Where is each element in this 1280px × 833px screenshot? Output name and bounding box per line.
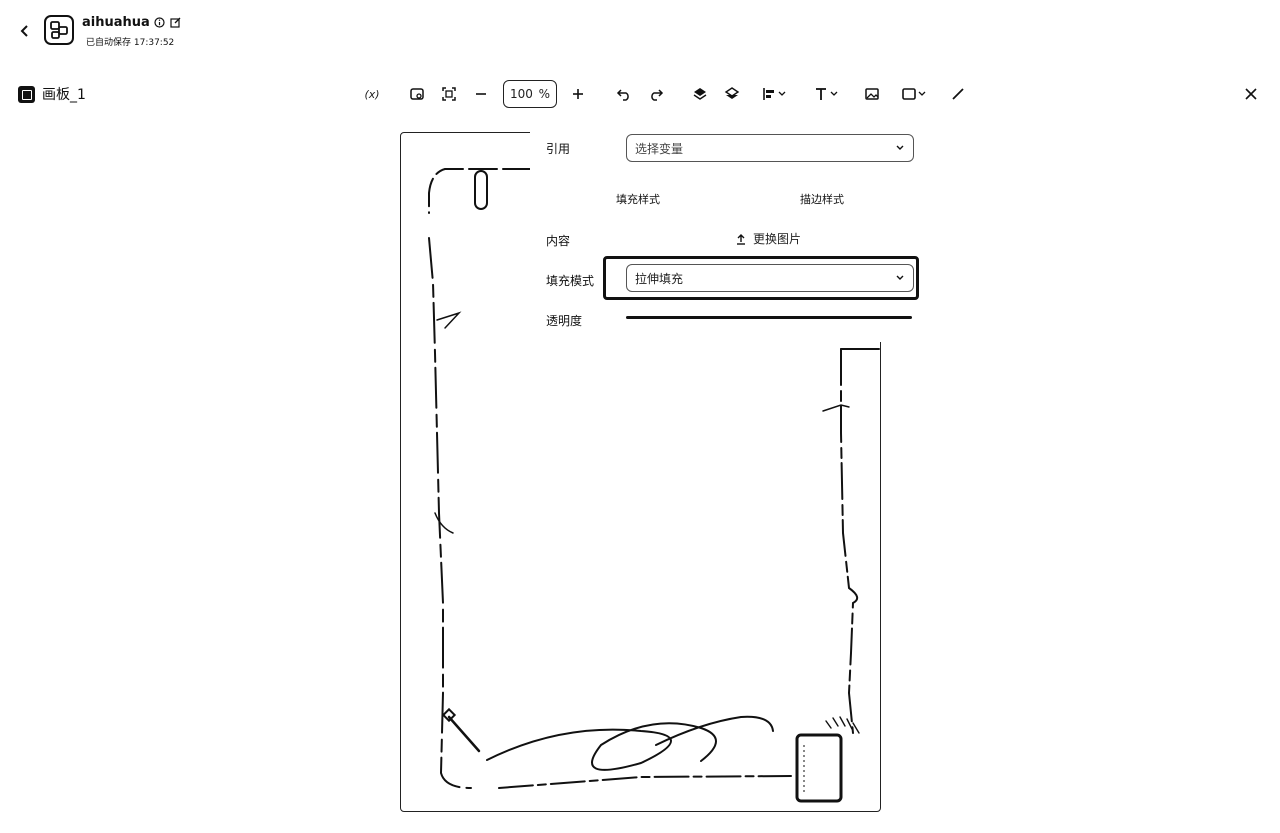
chevron-left-icon [20, 25, 28, 37]
layer-up-icon [693, 88, 707, 100]
zoom-unit: % [538, 87, 550, 101]
redo-button[interactable] [646, 84, 666, 104]
zoom-value: 100 [510, 87, 533, 101]
content-label: 内容 [546, 234, 571, 248]
image-button[interactable] [862, 84, 882, 104]
edit-icon[interactable] [170, 17, 182, 29]
reference-select[interactable]: 选择变量 [626, 134, 914, 162]
align-left-icon [763, 88, 774, 100]
plus-icon [573, 89, 583, 99]
fit-frame-button[interactable] [407, 84, 427, 104]
zoom-input[interactable]: 100 % [503, 80, 557, 108]
replace-image-button[interactable]: 更换图片 [735, 230, 801, 247]
app-name-row: aihuahua [82, 15, 182, 30]
variable-button[interactable]: (x) [362, 84, 382, 104]
app-logo-icon [50, 21, 68, 39]
opacity-label: 透明度 [546, 314, 583, 328]
editor-toolbar: (x) [0, 76, 1280, 112]
fill-mode-value: 拉伸填充 [635, 271, 684, 286]
text-icon [816, 88, 826, 100]
reference-placeholder: 选择变量 [635, 141, 684, 156]
layer-up-button[interactable] [690, 84, 710, 104]
chevron-down-icon [778, 91, 786, 96]
reference-label: 引用 [546, 142, 571, 156]
style-tabs: 填充样式 描边样式 [546, 182, 914, 216]
app-header: aihuahua 已自动保存 17:37:52 [0, 0, 1280, 62]
layer-down-button[interactable] [722, 84, 742, 104]
app-name: aihuahua [82, 15, 150, 30]
redo-icon [651, 89, 664, 101]
minus-icon [476, 93, 486, 95]
replace-image-label: 更换图片 [753, 232, 802, 246]
opacity-slider[interactable] [626, 316, 912, 319]
save-status: 已自动保存 17:37:52 [86, 38, 175, 48]
pen-icon [952, 88, 964, 100]
fit-screen-icon [442, 87, 456, 101]
property-panel: 引用 选择变量 填充样式 描边样式 内容 更换图片 填充模式 拉伸填充 透明度 [530, 132, 920, 342]
zoom-out-button[interactable] [471, 84, 491, 104]
app-logo [44, 15, 74, 45]
align-menu-button[interactable] [756, 84, 792, 104]
info-icon[interactable] [154, 17, 166, 29]
rectangle-icon [902, 88, 916, 100]
chevron-down-icon [896, 145, 904, 150]
undo-icon [616, 89, 629, 101]
fit-screen-button[interactable] [439, 84, 459, 104]
chevron-down-icon [918, 91, 926, 96]
pen-button[interactable] [948, 84, 968, 104]
close-icon [1245, 88, 1257, 100]
zoom-in-button[interactable] [568, 84, 588, 104]
chevron-down-icon [896, 275, 904, 280]
chevron-down-icon [830, 91, 838, 96]
shape-menu-button[interactable] [896, 84, 932, 104]
fit-frame-icon [410, 88, 424, 100]
text-menu-button[interactable] [808, 84, 844, 104]
layer-down-icon [724, 87, 740, 99]
close-button[interactable] [1241, 84, 1261, 104]
upload-icon [737, 233, 745, 245]
back-button[interactable] [14, 18, 36, 44]
image-icon [865, 88, 879, 100]
fill-mode-select[interactable]: 拉伸填充 [626, 264, 914, 292]
undo-button[interactable] [614, 84, 634, 104]
fill-mode-label: 填充模式 [546, 274, 595, 288]
tab-stroke-style[interactable]: 描边样式 [730, 191, 914, 207]
tab-fill-style[interactable]: 填充样式 [546, 191, 730, 207]
